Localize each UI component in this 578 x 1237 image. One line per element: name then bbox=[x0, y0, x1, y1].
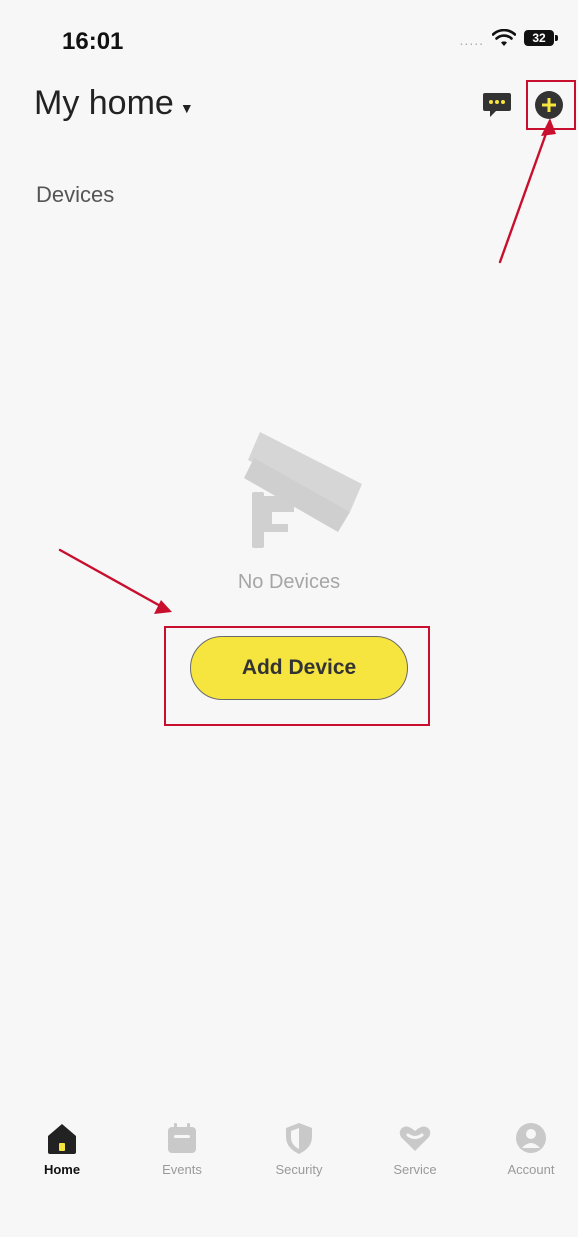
shield-icon bbox=[286, 1123, 312, 1154]
no-devices-text: No Devices bbox=[237, 571, 341, 593]
tab-service-label: Service bbox=[393, 1162, 437, 1177]
tab-service[interactable]: Service bbox=[370, 1108, 460, 1177]
tab-security-label: Security bbox=[275, 1162, 323, 1177]
wifi-icon bbox=[492, 29, 516, 46]
security-camera-icon bbox=[244, 432, 362, 548]
add-device-button[interactable]: Add Device bbox=[190, 636, 408, 700]
heart-chat-icon bbox=[399, 1126, 431, 1151]
tab-account[interactable]: Account bbox=[486, 1108, 576, 1177]
tab-account-label: Account bbox=[507, 1162, 555, 1177]
home-title: My home bbox=[34, 84, 174, 122]
home-icon bbox=[48, 1124, 76, 1154]
signal-dots: ..... bbox=[459, 32, 484, 48]
tab-security[interactable]: Security bbox=[254, 1108, 344, 1177]
status-icons: ..... 32 bbox=[459, 28, 558, 48]
arrow-to-plus bbox=[498, 126, 550, 264]
arrow-head-add-device bbox=[154, 600, 172, 614]
home-selector[interactable]: My home ▼ bbox=[34, 84, 194, 123]
app-screen: 16:01 ..... 32 My home ▼ Devices No Devi… bbox=[0, 0, 578, 1237]
calendar-icon bbox=[168, 1123, 196, 1153]
devices-section-label: Devices bbox=[36, 182, 115, 207]
person-icon bbox=[516, 1123, 546, 1153]
tab-home-label: Home bbox=[43, 1162, 81, 1177]
tab-events[interactable]: Events bbox=[137, 1108, 227, 1177]
arrow-head-plus bbox=[541, 118, 556, 136]
add-device-plus-icon[interactable] bbox=[534, 90, 564, 120]
caret-down-icon: ▼ bbox=[179, 99, 194, 116]
bottom-tab-bar: Home Events Security Service Account bbox=[0, 1108, 578, 1198]
tab-home[interactable]: Home bbox=[17, 1108, 107, 1177]
status-time: 16:01 bbox=[62, 28, 124, 55]
messages-icon[interactable] bbox=[482, 90, 512, 120]
battery-indicator: 32 bbox=[524, 30, 558, 46]
tab-events-label: Events bbox=[162, 1162, 202, 1177]
